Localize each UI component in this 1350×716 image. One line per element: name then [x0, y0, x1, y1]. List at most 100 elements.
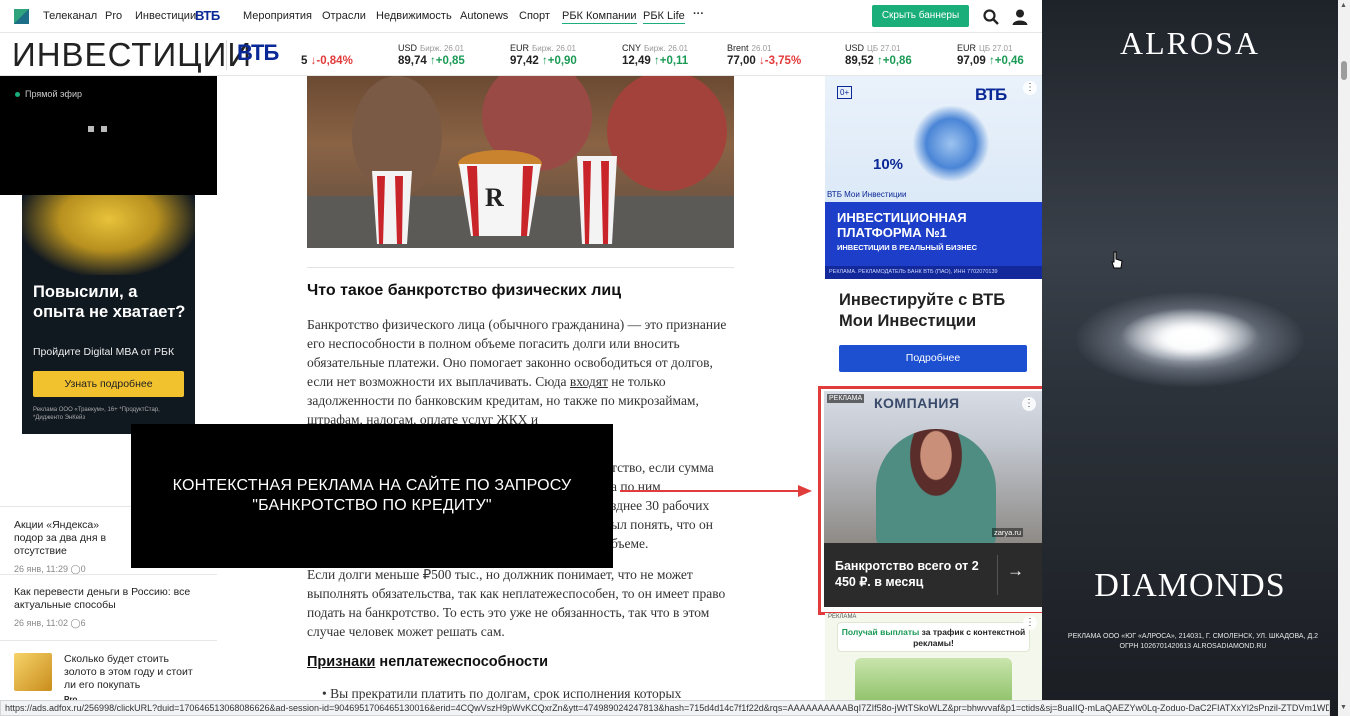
nav-rbc-companies[interactable]: РБК Компании [562, 10, 637, 24]
context-ad-headline: Получай выплаты за трафик с контекстной … [837, 622, 1030, 652]
news-title[interactable]: Как перевести деньги в Россию: все актуа… [14, 586, 204, 612]
gold-bars-thumbnail[interactable] [14, 653, 52, 691]
bankruptcy-ad-video[interactable]: КОМПАНИЯ РЕКЛАМА zarya.ru ⋮ [824, 391, 1042, 543]
nav-autonews[interactable]: Autonews [460, 10, 508, 22]
mba-learn-more-button[interactable]: Узнать подробнее [33, 371, 184, 397]
article-subheading-text: неплатежеспособности [375, 654, 549, 670]
arrow-right-icon[interactable]: → [1007, 561, 1024, 581]
ticker-value: 77,00 [727, 55, 756, 67]
ticker-item[interactable]: EUR Бирж. 26.01 97,42 ↑+0,90 [510, 43, 577, 67]
age-rating: 0+ [837, 86, 853, 99]
news-title[interactable]: Акции «Яндекса» подор за два дня в отсут… [14, 519, 130, 558]
scroll-thumb[interactable] [1341, 61, 1347, 80]
ad-menu-icon[interactable]: ⋮ [1023, 616, 1037, 630]
caption-text: КОНТЕКСТНАЯ РЕКЛАМА НА САЙТЕ ПО ЗАПРОСУ … [172, 477, 572, 514]
mba-ad-legal: Реклама ООО «Траекум», 16+ *ПродуктСтар,… [33, 407, 160, 421]
ticker-name: Brent [727, 43, 749, 53]
ad-menu-icon[interactable]: ⋮ [1023, 81, 1037, 95]
ticker-item[interactable]: Brent 26.01 77,00 ↓-3,75% [727, 43, 801, 67]
vtb-details-button[interactable]: Подробнее [839, 345, 1027, 372]
article-text: Сюда [535, 374, 570, 389]
news-comments: 0 [80, 564, 86, 574]
mba-ad-headline: Повысили, а опыта не хватает? [33, 283, 186, 321]
bankruptcy-ad-text: Банкротство всего от 2 450 ₽. в месяц [835, 559, 979, 589]
ad-menu-icon[interactable]: ⋮ [1022, 397, 1036, 411]
nav-pro[interactable]: Pro [105, 10, 122, 22]
nav-telekanal[interactable]: Телеканал [43, 10, 97, 22]
ticker-item[interactable]: USD Бирж. 26.01 89,74 ↑+0,85 [398, 43, 465, 67]
news-item[interactable]: Как перевести деньги в Россию: все актуа… [14, 586, 204, 630]
vtb-ad-banner: ИНВЕСТИЦИОННАЯ ПЛАТФОРМА №1 ИНВЕСТИЦИИ В… [825, 202, 1042, 266]
mba-ad-banner[interactable]: Повысили, а опыта не хватает? Пройдите D… [22, 195, 195, 434]
article-divider [307, 267, 734, 268]
ticker-item[interactable]: USD ЦБ 27.01 89,52 ↑+0,86 [845, 43, 912, 67]
vtb-ad-percent: 10% [873, 156, 904, 173]
nav-sport[interactable]: Спорт [519, 10, 550, 22]
comment-icon: ◯ [70, 618, 81, 628]
ticker-item[interactable]: CNY Бирж. 26.01 12,49 ↑+0,11 [622, 43, 688, 67]
ticker-change: -0,84% [316, 55, 353, 67]
news-item[interactable]: Акции «Яндекса» подор за два дня в отсут… [14, 519, 130, 576]
live-label: Прямой эфир [25, 89, 82, 99]
vtb-ad-banner-sub: ИНВЕСТИЦИИ В РЕАЛЬНЫЙ БИЗНЕС [837, 243, 977, 252]
article-paragraph-fragment: тство, если сумма а по ним зднее 30 рабо… [611, 458, 741, 553]
ticker-change: -3,75% [764, 55, 802, 67]
nav-investicii[interactable]: Инвестиции [135, 10, 196, 22]
article-text: зднее 30 рабочих [611, 498, 710, 513]
rbc-logo-icon[interactable] [14, 9, 29, 24]
news-divider [0, 640, 217, 641]
alrosa-legal: РЕКЛАМА ООО «ЮГ «АЛРОСА», 214031, Г. СМО… [1067, 633, 1319, 650]
ticker-sub: Бирж. 26.01 [644, 44, 688, 53]
ticker-change: +0,11 [659, 55, 689, 67]
video-source: zarya.ru [992, 528, 1024, 537]
context-ads-banner[interactable]: РЕКЛАМА Получай выплаты за трафик с конт… [825, 613, 1042, 703]
scroll-down-icon[interactable]: ▼ [1340, 704, 1347, 711]
bankruptcy-ad-panel[interactable]: Банкротство всего от 2 450 ₽. в месяц → [824, 543, 1042, 607]
vtb-ad-cta-text: Инвестируйте с ВТБ Мои Инвестиции [839, 291, 1006, 330]
article-subheading-link[interactable]: Признаки [307, 654, 375, 670]
vtb-invest-ad[interactable]: 0+ ВТБ 10% ВТБ Мои Инвестиции ИНВЕСТИЦИО… [825, 76, 1042, 279]
nav-more-button[interactable]: ··· [693, 8, 704, 20]
ticker-value: 97,09 [957, 55, 986, 67]
search-icon[interactable] [982, 8, 1000, 26]
scroll-up-icon[interactable]: ▲ [1340, 2, 1347, 9]
ticker-item[interactable]: 5 ↓-0,84% [301, 53, 353, 67]
ticker-value: 97,42 [510, 55, 539, 67]
live-stream-player[interactable]: Прямой эфир [0, 76, 217, 195]
nav-rbc-life[interactable]: РБК Life [643, 10, 685, 24]
section-title[interactable]: ИНВЕСТИЦИИ [12, 36, 252, 74]
article-paragraph: Если долги меньше ₽500 тыс., но должник … [307, 567, 726, 639]
article-text: тство, если сумма [611, 460, 714, 475]
isometric-building-icon [911, 106, 991, 181]
news-divider [0, 574, 217, 575]
vtb-ad-legal: РЕКЛАМА. РЕКЛАМОДАТЕЛЬ БАНК ВТБ (ПАО), И… [825, 266, 1042, 279]
page-scrollbar[interactable]: ▲ ▼ [1338, 0, 1350, 716]
ad-tag: РЕКЛАМА [827, 394, 865, 403]
rostics-bucket-photo: R [307, 76, 734, 248]
context-ad-illustration [855, 658, 1012, 703]
page: Телеканал Pro Инвестиции ВТБ Мероприятия… [0, 0, 1350, 716]
loading-icon [101, 126, 107, 132]
nav-otrasli[interactable]: Отрасли [322, 10, 366, 22]
article-subheading: Признаки неплатежеспособности [307, 654, 548, 670]
news-item[interactable]: Сколько будет стоить золото в этом году … [64, 653, 204, 706]
news-comments: 6 [80, 618, 86, 628]
ticker-change: +0,46 [994, 55, 1024, 67]
vtb-ad-banner-title: ИНВЕСТИЦИОННАЯ ПЛАТФОРМА №1 [837, 210, 967, 240]
browser-status-url: https://ads.adfox.ru/256998/clickURL?dui… [0, 700, 1330, 716]
article-link[interactable]: входят [570, 374, 608, 389]
alrosa-banner[interactable]: ALROSA DIAMONDS РЕКЛАМА ООО «ЮГ «АЛРОСА»… [1042, 0, 1338, 716]
alrosa-subtitle: DIAMONDS [1094, 567, 1286, 604]
nav-vtb-logo[interactable]: ВТБ [195, 8, 220, 23]
vtb-logo[interactable]: ВТБ [237, 40, 279, 66]
news-title[interactable]: Сколько будет стоить золото в этом году … [64, 653, 204, 692]
article-heading: Что такое банкротство физических лиц [307, 282, 622, 299]
user-icon[interactable] [1011, 8, 1029, 26]
hide-banners-button[interactable]: Скрыть баннеры [872, 5, 969, 27]
ticker-row: ИНВЕСТИЦИИ ВТБ 5 ↓-0,84% USD Бирж. 26.01 … [0, 33, 1042, 76]
ticker-item[interactable]: EUR ЦБ 27.01 97,09 ↑+0,46 [957, 43, 1024, 67]
ticker-value: 89,74 [398, 55, 427, 67]
nav-nedvizhimost[interactable]: Недвижимость [376, 10, 452, 22]
ticker-name: USD [845, 43, 865, 53]
nav-meropriyatiya[interactable]: Мероприятия [243, 10, 312, 22]
